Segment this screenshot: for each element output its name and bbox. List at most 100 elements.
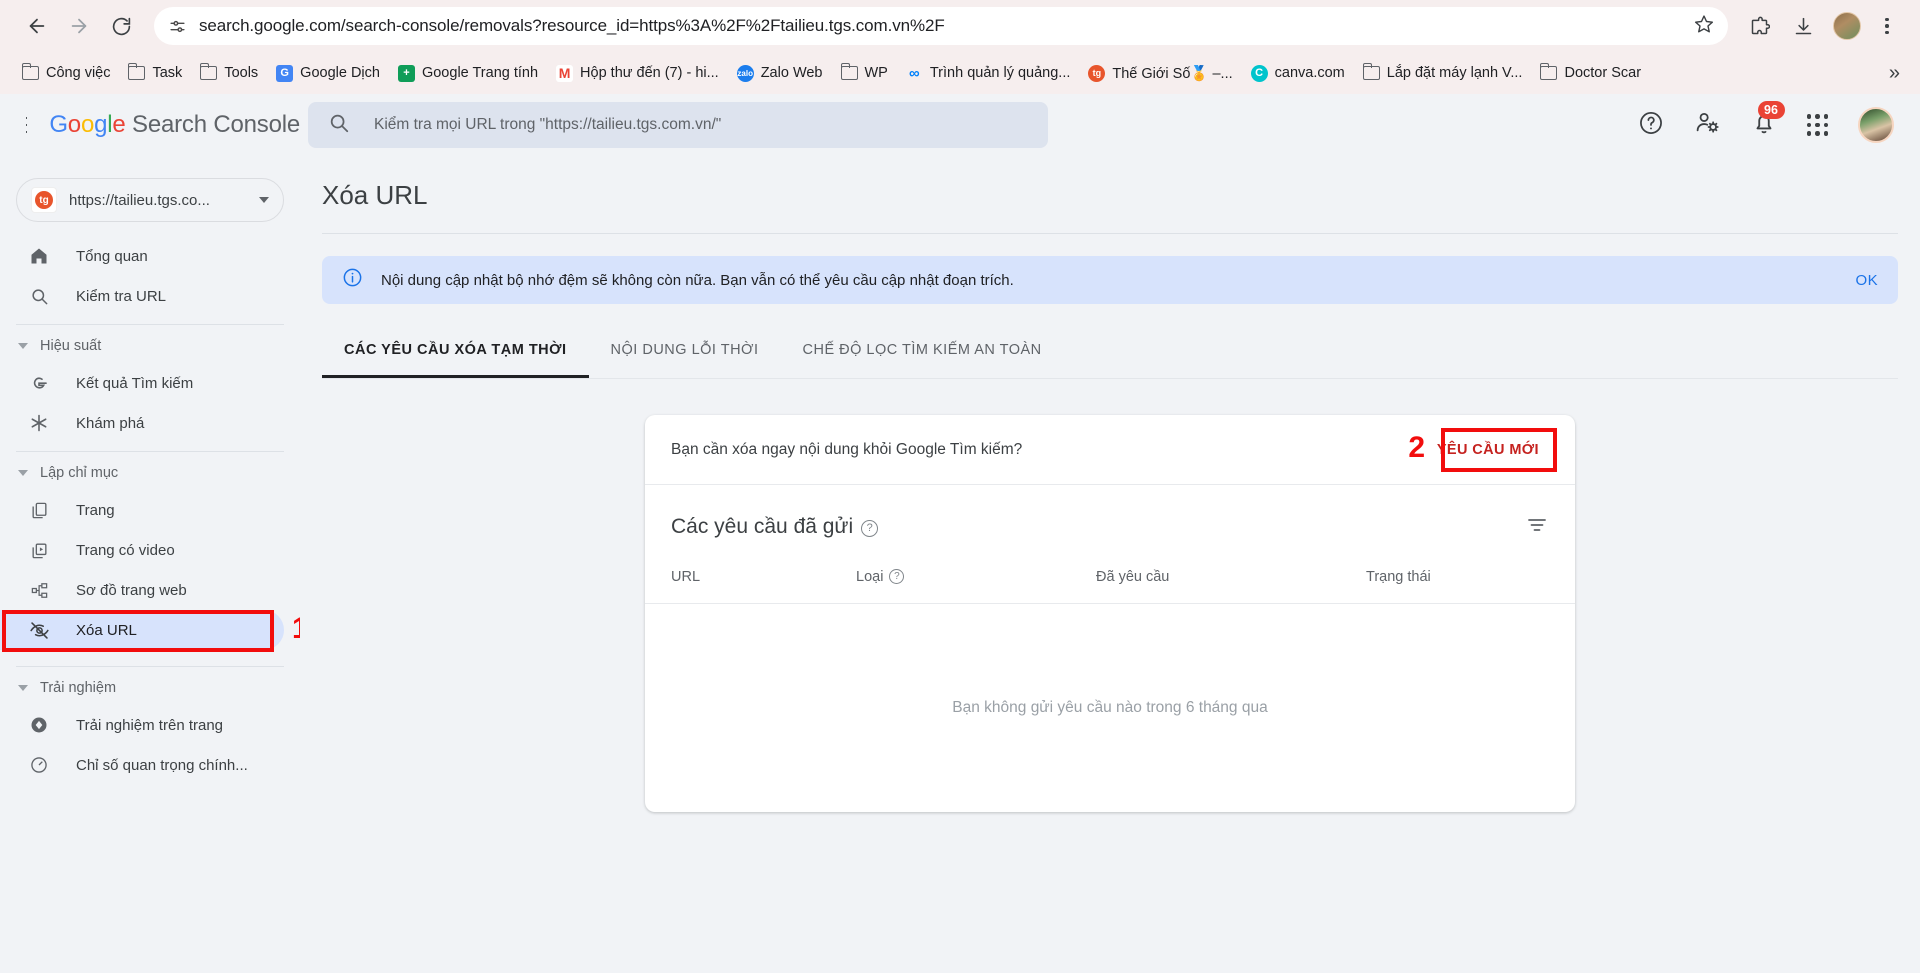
- meta-favicon: ∞: [909, 64, 920, 82]
- download-icon[interactable]: [1784, 7, 1822, 45]
- bookmark-label: Thế Giới Số🏅 –...: [1112, 65, 1233, 82]
- new-request-row: Bạn cần xóa ngay nội dung khỏi Google Tì…: [645, 415, 1575, 485]
- sidebar-item-label: Chỉ số quan trọng chính...: [76, 756, 248, 774]
- tab-cac-yeu-cau-xoa-tam-thoi[interactable]: CÁC YÊU CẦU XÓA TẠM THỜI: [322, 334, 589, 378]
- sidebar-section-trai-nghiem[interactable]: Trải nghiệm: [0, 671, 300, 705]
- column-header-url[interactable]: URL: [671, 569, 856, 585]
- bookmark-label: canva.com: [1274, 65, 1345, 81]
- hamburger-menu-icon[interactable]: [26, 116, 28, 134]
- profile-avatar[interactable]: [1828, 7, 1866, 45]
- bookmark-item[interactable]: Doctor Scar: [1532, 60, 1649, 86]
- help-circle-icon[interactable]: ?: [861, 519, 879, 537]
- sidebar-item-label: Sơ đồ trang web: [76, 581, 187, 599]
- apps-grid-icon[interactable]: [1806, 114, 1828, 136]
- url-text[interactable]: search.google.com/search-console/removal…: [199, 16, 1682, 36]
- sidebar-item-label: Xóa URL: [76, 621, 137, 639]
- sidebar-item-label: Trải nghiệm trên trang: [76, 716, 224, 734]
- sidebar-section-hieu-suat[interactable]: Hiệu suất: [0, 329, 300, 363]
- sidebar-item-ket-qua-tim-kiem[interactable]: Kết quả Tìm kiếm: [0, 363, 284, 403]
- sidebar-item-label: Trang: [76, 501, 115, 519]
- ok-button[interactable]: OK: [1856, 272, 1878, 289]
- sidebar-item-trai-nghiem-tren-trang[interactable]: Trải nghiệm trên trang: [0, 705, 284, 745]
- help-icon[interactable]: [1638, 110, 1664, 141]
- sidebar-item-tong-quan[interactable]: Tổng quan: [0, 236, 284, 276]
- property-label: https://tailieu.tgs.co...: [69, 191, 210, 209]
- kebab-menu-icon[interactable]: [1872, 7, 1902, 45]
- chevron-down-icon: [18, 470, 28, 476]
- bookmark-item[interactable]: ∞ Trình quản lý quảng...: [898, 60, 1079, 87]
- bookmark-label: Hộp thư đến (7) - hi...: [580, 65, 719, 81]
- account-avatar[interactable]: [1858, 107, 1894, 143]
- bookmark-item[interactable]: Lắp đặt máy lạnh V...: [1355, 60, 1531, 86]
- browser-chrome: search.google.com/search-console/removal…: [0, 0, 1920, 94]
- folder-icon: [22, 63, 39, 80]
- gmail-favicon: M: [556, 64, 574, 82]
- search-placeholder: Kiểm tra mọi URL trong "https://tailieu.…: [374, 116, 722, 133]
- user-settings-icon[interactable]: [1694, 109, 1721, 141]
- app-shell: Google Search Console tg https://tailieu…: [0, 94, 1920, 973]
- bookmark-item[interactable]: Tools: [192, 60, 266, 86]
- bookmarks-bar: Công việc Task Tools G Google Dịch + Googl…: [0, 52, 1920, 94]
- tab-noi-dung-loi-thoi[interactable]: NỘI DUNG LỖI THỜI: [589, 334, 781, 378]
- bookmark-item[interactable]: tg Thế Giới Số🏅 –...: [1080, 60, 1240, 87]
- bookmark-label: Zalo Web: [760, 65, 823, 81]
- bookmarks-overflow-icon[interactable]: »: [1889, 62, 1906, 85]
- column-header-type[interactable]: Loại?: [856, 569, 1096, 585]
- sidebar-item-kham-pha[interactable]: Khám phá: [0, 403, 284, 443]
- sidebar-item-kiem-tra-url[interactable]: Kiểm tra URL: [0, 276, 284, 316]
- sidebar-item-so-do-trang-web[interactable]: Sơ đồ trang web: [0, 570, 284, 610]
- eye-off-icon: [28, 619, 50, 641]
- bookmark-item[interactable]: M Hộp thư đến (7) - hi...: [548, 60, 727, 87]
- annotation-number-2: 2: [1408, 431, 1425, 464]
- brand-letter: o: [80, 111, 95, 138]
- sidebar-item-trang-co-video[interactable]: Trang có video: [0, 530, 284, 570]
- new-request-button[interactable]: YÊU CẦU MỚI: [1427, 434, 1549, 466]
- filter-icon[interactable]: [1525, 513, 1549, 542]
- column-header-status[interactable]: Trạng thái: [1366, 569, 1549, 585]
- bookmark-item[interactable]: Task: [120, 60, 190, 86]
- browser-toolbar: search.google.com/search-console/removal…: [0, 0, 1920, 52]
- sidebar-item-label: Trang có video: [76, 541, 175, 559]
- tab-bar: CÁC YÊU CẦU XÓA TẠM THỜI NỘI DUNG LỖI TH…: [322, 334, 1920, 378]
- property-selector[interactable]: tg https://tailieu.tgs.co...: [16, 178, 284, 222]
- sidebar-section-label: Hiệu suất: [40, 338, 102, 354]
- address-bar[interactable]: search.google.com/search-console/removal…: [154, 7, 1728, 45]
- bookmark-item[interactable]: zalo Zalo Web: [729, 60, 831, 87]
- search-input[interactable]: Kiểm tra mọi URL trong "https://tailieu.…: [308, 102, 1048, 148]
- bookmark-item[interactable]: Công việc: [14, 60, 118, 86]
- extensions-icon[interactable]: [1740, 7, 1778, 45]
- new-request-prompt: Bạn cần xóa ngay nội dung khỏi Google Tì…: [671, 440, 1023, 458]
- sidebar-item-chi-so-quan-trong[interactable]: Chỉ số quan trọng chính...: [0, 745, 284, 785]
- reload-icon[interactable]: [102, 7, 140, 45]
- app-header: Google Search Console: [0, 94, 300, 156]
- bookmark-item[interactable]: Ccanva.com: [1243, 60, 1353, 87]
- sidebar-item-xoa-url[interactable]: Xóa URL: [0, 610, 284, 650]
- bookmark-label: Google Dịch: [300, 65, 380, 81]
- bookmark-item[interactable]: WP: [833, 60, 896, 86]
- sidebar-section-lap-chi-muc[interactable]: Lập chỉ mục: [0, 456, 300, 490]
- main-content: Kiểm tra mọi URL trong "https://tailieu.…: [300, 94, 1920, 973]
- star-icon[interactable]: [1694, 14, 1714, 39]
- property-favicon: tg: [31, 187, 57, 213]
- bookmark-item[interactable]: G Google Dịch: [268, 60, 388, 87]
- chevron-down-icon: [18, 685, 28, 691]
- page-title: Google Search Console: [49, 111, 300, 139]
- sitemap-icon: [28, 579, 50, 601]
- sidebar-item-label: Kết quả Tìm kiếm: [76, 374, 194, 392]
- sheets-favicon: +: [397, 64, 415, 82]
- translate-favicon: G: [276, 64, 294, 82]
- forward-arrow-icon[interactable]: [60, 7, 98, 45]
- chevron-down-icon[interactable]: [259, 197, 269, 203]
- bookmark-label: Task: [152, 65, 183, 81]
- site-settings-icon[interactable]: [168, 17, 187, 36]
- bell-icon[interactable]: 96: [1751, 100, 1785, 141]
- bookmark-item[interactable]: + Google Trang tính: [390, 60, 546, 87]
- info-banner-message: Nội dung cập nhật bộ nhớ đệm sẽ không cò…: [381, 271, 1014, 289]
- tab-che-do-loc-tim-kiem-an-toan[interactable]: CHẾ ĐỘ LỌC TÌM KIẾM AN TOÀN: [781, 334, 1064, 378]
- back-arrow-icon[interactable]: [18, 7, 56, 45]
- column-header-requested[interactable]: Đã yêu cầu: [1096, 569, 1366, 585]
- sidebar-item-trang[interactable]: Trang: [0, 490, 284, 530]
- help-circle-icon[interactable]: ?: [889, 569, 905, 584]
- removals-card: Bạn cần xóa ngay nội dung khỏi Google Tì…: [645, 415, 1575, 812]
- chrome-right-controls: [1732, 7, 1902, 45]
